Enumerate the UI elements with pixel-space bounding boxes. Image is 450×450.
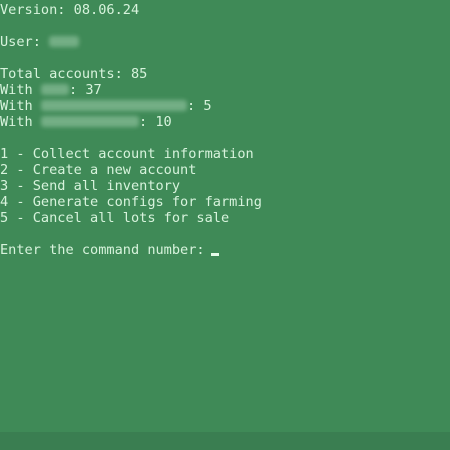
version-label: Version:: [0, 2, 66, 18]
stat-row: With : 37: [0, 82, 102, 98]
stat-row: With : 5: [0, 98, 212, 114]
redacted-stat-name: [40, 83, 69, 95]
terminal-window[interactable]: Version: 08.06.24 User: Total accounts: …: [0, 0, 450, 432]
stat-with-label: With: [0, 82, 33, 98]
stat-value: 37: [85, 82, 102, 98]
text-cursor[interactable]: [210, 253, 219, 256]
menu-item-generate-configs: 4 - Generate configs for farming: [0, 194, 262, 210]
version-line: Version: 08.06.24: [0, 2, 139, 18]
stat-value: 5: [203, 98, 212, 114]
version-value: 08.06.24: [73, 2, 140, 18]
redacted-username: [49, 35, 80, 47]
total-accounts-line: Total accounts: 85: [0, 66, 147, 82]
stat-with-label: With: [0, 98, 33, 114]
redacted-stat-name: [40, 115, 139, 127]
terminal-bottom-bar: [0, 432, 450, 450]
stat-with-label: With: [0, 114, 33, 130]
command-prompt-label: Enter the command number:: [0, 242, 205, 258]
menu-item-collect-info: 1 - Collect account information: [0, 146, 254, 162]
total-accounts-value: 85: [130, 66, 148, 82]
command-prompt-line[interactable]: Enter the command number:: [0, 242, 219, 258]
user-line: User:: [0, 34, 80, 50]
menu-item-create-account: 2 - Create a new account: [0, 162, 197, 178]
redacted-stat-name: [40, 99, 187, 111]
stat-value: 10: [155, 114, 172, 130]
stat-row: With : 10: [0, 114, 172, 130]
total-accounts-label: Total accounts:: [0, 66, 123, 82]
menu-item-send-inventory: 3 - Send all inventory: [0, 178, 181, 194]
menu-item-cancel-lots: 5 - Cancel all lots for sale: [0, 210, 230, 226]
user-label: User:: [0, 34, 41, 50]
